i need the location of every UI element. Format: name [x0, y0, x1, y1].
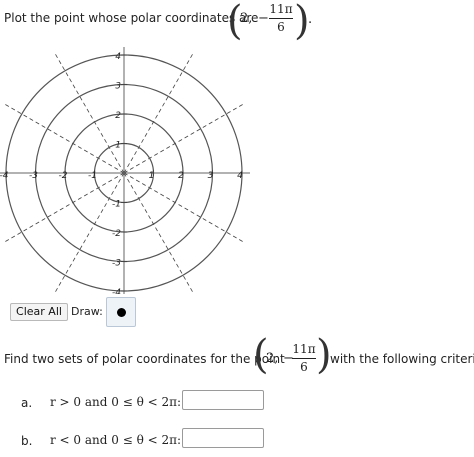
answer-b-input[interactable]	[182, 428, 264, 448]
question-1-angle-fraction: 11π 6	[269, 2, 293, 34]
y-tick-label: 1	[115, 141, 121, 151]
y-tick-label: -2	[112, 229, 121, 239]
row-b-label: b.	[21, 434, 33, 448]
question-1-prompt: Plot the point whose polar coordinates a…	[4, 11, 258, 25]
angle-ray	[123, 102, 246, 174]
x-tick-label: -3	[29, 171, 38, 181]
y-tick-label: 4	[115, 52, 121, 62]
x-tick-label: -1	[88, 171, 97, 181]
draw-label: Draw:	[71, 305, 103, 318]
angle-ray	[2, 102, 125, 174]
fraction-bar	[269, 18, 293, 19]
x-tick-label: -4	[0, 171, 9, 181]
clear-all-button[interactable]: Clear All	[10, 303, 68, 321]
x-tick-label: 4	[237, 171, 243, 181]
question-2-radius: 2,	[266, 351, 279, 366]
angle-numerator: 11π	[269, 2, 293, 16]
angle-ray	[2, 172, 125, 244]
row-a-criteria: r > 0 and 0 ≤ θ < 2π:	[50, 395, 182, 409]
question-2-tail: with the following criteria.	[330, 352, 474, 366]
x-tick-label: 3	[208, 171, 214, 181]
y-tick-label: 3	[115, 82, 121, 92]
question-2-text: Find two sets of polar coordinates for t…	[4, 352, 285, 366]
angle-numerator-2: 11π	[292, 342, 316, 356]
question-1-minus: −	[258, 11, 269, 26]
row-a-label: a.	[21, 396, 33, 410]
answer-a-input[interactable]	[182, 390, 264, 410]
polar-graph[interactable]: -4 -3 -2 -1 1 2 3 4 4 3 2 1 -1 -2 -3 -4	[0, 44, 250, 294]
y-tick-label: -1	[112, 200, 121, 210]
angle-ray	[123, 51, 195, 174]
angle-denominator: 6	[277, 20, 285, 34]
y-tick-label: 2	[115, 111, 121, 121]
question-2-prompt: Find two sets of polar coordinates for t…	[4, 352, 285, 366]
x-tick-label: 1	[149, 171, 155, 181]
angle-ray	[123, 172, 195, 294]
angle-denominator-2: 6	[300, 360, 308, 374]
question-1-radius: 2,	[240, 11, 253, 26]
question-1-period: .	[308, 12, 313, 27]
point-tool-button[interactable]	[106, 297, 136, 327]
row-b-criteria: r < 0 and 0 ≤ θ < 2π:	[50, 433, 182, 447]
angle-ray	[53, 51, 125, 174]
angle-ray	[123, 172, 246, 244]
y-tick-label: -4	[112, 288, 121, 294]
x-tick-label: 2	[178, 171, 184, 181]
question-2-angle-fraction: 11π 6	[292, 342, 316, 374]
x-tick-label: -2	[59, 171, 68, 181]
fraction-bar-2	[292, 358, 316, 359]
y-tick-label: -3	[112, 259, 121, 269]
question-1-text: Plot the point whose polar coordinates a…	[4, 11, 259, 25]
point-tool-icon	[117, 308, 126, 317]
